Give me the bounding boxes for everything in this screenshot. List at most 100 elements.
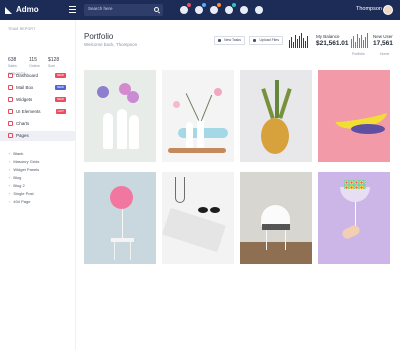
search-icon[interactable] — [154, 7, 159, 12]
sidebar-item-label: Charts — [16, 121, 30, 126]
avatar[interactable] — [383, 5, 393, 15]
breadcrumb-home[interactable]: Home — [380, 52, 389, 56]
search-placeholder: Search here — [88, 6, 113, 11]
new-tasks-button[interactable]: New Tasks — [214, 36, 245, 45]
flower-shape — [127, 91, 139, 103]
menu-icon[interactable] — [69, 6, 76, 13]
sidebar: TEAM REPORT 638 Sales 115 Orders $128 Su… — [0, 20, 76, 350]
balance-sparkline — [289, 33, 308, 48]
sidebar-item-dashboard[interactable]: Dashboard NEW — [0, 71, 75, 81]
sidebar-item-label: Mail Box — [16, 85, 34, 90]
branch-shape — [185, 93, 200, 121]
sidebar-item-label: Pages — [16, 133, 29, 138]
portfolio-image-banana[interactable] — [318, 70, 390, 162]
sub-item-blog[interactable]: Blog — [9, 175, 21, 180]
sidebar-item-label: UI Elements — [16, 109, 41, 114]
portfolio-image-cocktail[interactable] — [318, 172, 390, 264]
balloon-string — [122, 209, 123, 239]
chair-leg — [285, 230, 286, 250]
hot-badge: HOT — [55, 109, 66, 114]
portfolio-image-keyboard[interactable] — [162, 172, 234, 264]
notification-badge — [232, 3, 236, 7]
new-badge: NEW — [55, 73, 66, 78]
new-user-value: 17,561 — [373, 40, 393, 47]
new-badge: NEW — [55, 85, 66, 90]
notification-badge — [202, 3, 206, 7]
app-name: Admo — [16, 5, 39, 14]
portfolio-image-pineapple[interactable] — [240, 70, 312, 162]
shadow-shape — [351, 124, 385, 134]
floor-shape — [240, 242, 312, 264]
sum-stat-value: $128 — [48, 57, 60, 63]
notification-badge — [187, 3, 191, 7]
user-name[interactable]: Thompson — [356, 6, 382, 12]
chair-leg — [130, 242, 131, 260]
sub-item-single-post[interactable]: Single Post — [9, 191, 33, 196]
new-user-label: New User — [373, 34, 393, 39]
sub-item-blog-2[interactable]: Blog 2 — [9, 183, 24, 188]
sidebar-item-label: Dashboard — [16, 73, 39, 78]
orders-stat-label: Orders — [29, 64, 40, 68]
cross-icon[interactable] — [240, 6, 248, 14]
sum-stat-label: Sum — [48, 64, 56, 68]
portfolio-image-balloon[interactable] — [84, 172, 156, 264]
sunglasses-lens — [210, 207, 220, 213]
settings-icon[interactable] — [255, 6, 263, 14]
vase-shape — [197, 118, 204, 148]
portfolio-image-cherry-blossom[interactable] — [162, 70, 234, 162]
chair-leg — [114, 242, 115, 260]
new-tasks-label: New Tasks — [224, 38, 241, 42]
gift-icon[interactable] — [180, 3, 191, 14]
sub-item-widget-panels[interactable]: Widget Panels — [9, 167, 39, 172]
sub-item-masonry-grids[interactable]: Masonry Grids — [9, 159, 39, 164]
pineapple-shape — [261, 118, 289, 154]
balance-label: My Balance — [316, 34, 340, 39]
sidebar-item-pages[interactable]: Pages — [0, 131, 75, 141]
chart-icon — [8, 121, 13, 126]
dashboard-icon — [8, 73, 13, 78]
branch-shape — [200, 94, 213, 122]
flower-shape — [97, 86, 109, 98]
chair-leg — [266, 230, 267, 250]
user-icon[interactable] — [225, 3, 236, 14]
portfolio-image-vases[interactable] — [84, 70, 156, 162]
sidebar-item-charts[interactable]: Charts — [0, 119, 75, 129]
sidebar-item-widgets[interactable]: Widgets NEW — [0, 95, 75, 105]
sidebar-item-mail-box[interactable]: Mail Box NEW — [0, 83, 75, 93]
flower-shape — [173, 101, 180, 108]
vase-shape — [103, 113, 113, 149]
orders-stat-value: 115 — [29, 57, 37, 63]
vase-shape — [117, 109, 127, 149]
balance-value: $21,561.01 — [316, 40, 349, 47]
team-report-title: TEAM REPORT — [8, 27, 36, 31]
new-user-sparkline — [351, 33, 368, 48]
tasks-icon — [218, 39, 221, 42]
sub-item-blank[interactable]: Blank — [9, 151, 23, 156]
leaf-shape — [278, 88, 292, 119]
vase-shape — [186, 122, 193, 148]
upload-files-button[interactable]: Upload Files — [249, 36, 283, 45]
earphones-cable — [175, 177, 185, 203]
sub-item-404-page[interactable]: 404 Page — [9, 199, 30, 204]
mail-icon[interactable] — [210, 3, 221, 14]
sales-stat-label: Sales — [8, 64, 17, 68]
top-navigation-bar: Admo Search here Thompson — [0, 0, 400, 20]
sprinkles-shape — [344, 180, 366, 189]
page-subtitle: Welcome back, Thompson — [84, 42, 138, 47]
sidebar-item-label: Widgets — [16, 97, 33, 102]
notification-badge — [217, 3, 221, 7]
sidebar-item-ui-elements[interactable]: UI Elements HOT — [0, 107, 75, 117]
hand-shape — [340, 223, 362, 241]
bell-icon[interactable] — [195, 3, 206, 14]
logo-icon — [5, 7, 12, 14]
sales-stat-value: 638 — [8, 57, 17, 63]
leaf-shape — [261, 88, 275, 119]
glass-bowl — [340, 187, 370, 202]
heart-icon — [8, 109, 13, 114]
search-input[interactable]: Search here — [84, 4, 163, 16]
flower-shape — [214, 88, 222, 96]
breadcrumb-portfolio[interactable]: Portfolio — [352, 52, 365, 56]
portfolio-image-chair[interactable] — [240, 172, 312, 264]
leaf-shape — [275, 80, 279, 118]
new-badge: NEW — [55, 97, 66, 102]
